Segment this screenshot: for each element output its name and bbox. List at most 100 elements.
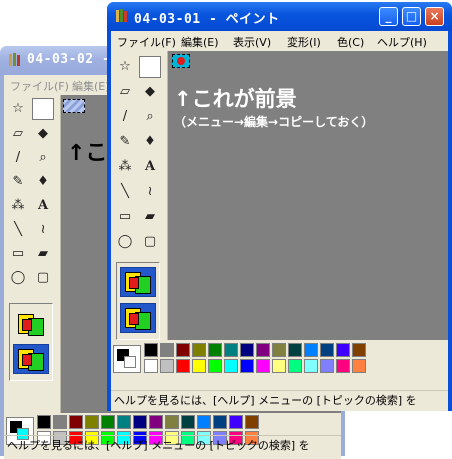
line-icon[interactable]: ╲ [114, 181, 136, 203]
magnifier-icon[interactable]: ⌕ [139, 106, 161, 128]
menu-edit[interactable]: 編集(E) [181, 34, 219, 50]
back-color-swatch[interactable] [229, 415, 243, 429]
close-button[interactable]: × [425, 7, 444, 26]
back-fill-icon[interactable]: ◆ [32, 123, 54, 145]
color-swatch[interactable] [304, 343, 318, 357]
menu-file[interactable]: ファイル(F) [117, 34, 176, 50]
color-swatch[interactable] [352, 343, 366, 357]
front-palette [111, 340, 448, 386]
color-swatch[interactable] [240, 343, 254, 357]
color-indicator [113, 345, 141, 373]
back-rounded-rect-icon[interactable]: ▢ [32, 267, 54, 289]
color-swatch[interactable] [288, 359, 302, 373]
back-opaque-option-icon[interactable] [13, 309, 49, 339]
front-menu-bar: ファイル(F) 編集(E) 表示(V) 変形(I) 色(C) ヘルプ(H) [111, 31, 448, 51]
color-swatch[interactable] [208, 343, 222, 357]
back-color-swatch[interactable] [181, 415, 195, 429]
color-swatch[interactable] [160, 359, 174, 373]
back-color-swatch[interactable] [245, 415, 259, 429]
back-ellipse-icon[interactable]: ◯ [7, 267, 29, 289]
back-menu-file[interactable]: ファイル(F) [10, 78, 69, 94]
back-free-select-icon[interactable]: ☆ [7, 98, 29, 120]
color-swatch[interactable] [176, 343, 190, 357]
color-swatch[interactable] [288, 343, 302, 357]
rect-select-icon[interactable] [139, 56, 161, 78]
menu-help[interactable]: ヘルプ(H) [377, 34, 427, 50]
fill-icon[interactable]: ◆ [139, 81, 161, 103]
back-curve-icon[interactable]: ≀ [32, 219, 54, 241]
back-color-swatch[interactable] [149, 415, 163, 429]
curve-icon[interactable]: ≀ [139, 181, 161, 203]
back-color-swatch[interactable] [117, 415, 131, 429]
color-swatch[interactable] [320, 359, 334, 373]
color-swatch[interactable] [304, 359, 318, 373]
color-swatch[interactable] [352, 359, 366, 373]
back-rectangle-icon[interactable]: ▭ [7, 243, 29, 265]
front-window-title: 04-03-01 - ペイント [134, 12, 280, 27]
back-color-swatch[interactable] [101, 415, 115, 429]
text-icon[interactable]: A [139, 156, 161, 178]
back-text-icon[interactable]: A [32, 195, 54, 217]
back-color-swatch[interactable] [197, 415, 211, 429]
color-swatch[interactable] [160, 343, 174, 357]
airbrush-icon[interactable]: ⁂ [114, 156, 136, 178]
back-color-swatch[interactable] [133, 415, 147, 429]
back-window-title: 04-03-02 - [27, 52, 111, 67]
color-swatch[interactable] [320, 343, 334, 357]
menu-colors[interactable]: 色(C) [337, 34, 364, 50]
color-swatch[interactable] [208, 359, 222, 373]
rectangle-icon[interactable]: ▭ [114, 206, 136, 228]
front-title-bar[interactable]: 04-03-01 - ペイント _ □ × [107, 2, 452, 31]
color-swatch[interactable] [272, 359, 286, 373]
color-swatch[interactable] [192, 343, 206, 357]
transparent-option-icon[interactable] [120, 303, 156, 333]
color-swatch[interactable] [336, 359, 350, 373]
polygon-icon[interactable]: ▰ [139, 206, 161, 228]
back-rect-select-icon[interactable] [32, 98, 54, 120]
color-swatch[interactable] [144, 359, 158, 373]
front-paint-window[interactable]: 04-03-01 - ペイント _ □ × ファイル(F) 編集(E) 表示(V… [107, 2, 452, 411]
menu-image[interactable]: 変形(I) [287, 34, 321, 50]
back-eraser-icon[interactable]: ▱ [7, 123, 29, 145]
back-color-swatch[interactable] [69, 415, 83, 429]
menu-view[interactable]: 表示(V) [233, 34, 271, 50]
back-color-swatch[interactable] [37, 415, 51, 429]
front-canvas[interactable]: ↑これが前景 （メニュー→編集→コピーしておく） [168, 51, 448, 340]
maximize-button[interactable]: □ [402, 7, 421, 26]
color-swatch[interactable] [256, 359, 270, 373]
minimize-button[interactable]: _ [379, 7, 398, 26]
back-color-swatch[interactable] [165, 415, 179, 429]
back-picker-icon[interactable]: / [7, 147, 29, 169]
color-swatch[interactable] [336, 343, 350, 357]
brush-icon[interactable]: ♦ [139, 131, 161, 153]
pencil-icon[interactable]: ✎ [114, 131, 136, 153]
color-swatch[interactable] [192, 359, 206, 373]
paint-app-icon [9, 53, 20, 66]
back-menu-edit[interactable]: 編集(E) [72, 78, 110, 94]
back-transparent-option-icon[interactable] [13, 344, 49, 374]
free-select-icon[interactable]: ☆ [114, 56, 136, 78]
eraser-icon[interactable]: ▱ [114, 81, 136, 103]
paint-app-icon [116, 9, 127, 22]
opaque-option-icon[interactable] [120, 267, 156, 297]
color-swatch[interactable] [224, 359, 238, 373]
back-color-swatch[interactable] [213, 415, 227, 429]
color-swatch[interactable] [272, 343, 286, 357]
color-swatch[interactable] [256, 343, 270, 357]
picker-icon[interactable]: / [114, 106, 136, 128]
back-brush-icon[interactable]: ♦ [32, 171, 54, 193]
ellipse-icon[interactable]: ◯ [114, 231, 136, 253]
back-color-swatch[interactable] [53, 415, 67, 429]
color-swatch[interactable] [224, 343, 238, 357]
color-swatch[interactable] [144, 343, 158, 357]
back-magnifier-icon[interactable]: ⌕ [32, 147, 54, 169]
back-color-swatch[interactable] [85, 415, 99, 429]
back-polygon-icon[interactable]: ▰ [32, 243, 54, 265]
back-airbrush-icon[interactable]: ⁂ [7, 195, 29, 217]
color-swatch[interactable] [240, 359, 254, 373]
front-canvas-sublabel: （メニュー→編集→コピーしておく） [174, 115, 374, 129]
color-swatch[interactable] [176, 359, 190, 373]
back-pencil-icon[interactable]: ✎ [7, 171, 29, 193]
back-line-icon[interactable]: ╲ [7, 219, 29, 241]
rounded-rect-icon[interactable]: ▢ [139, 231, 161, 253]
